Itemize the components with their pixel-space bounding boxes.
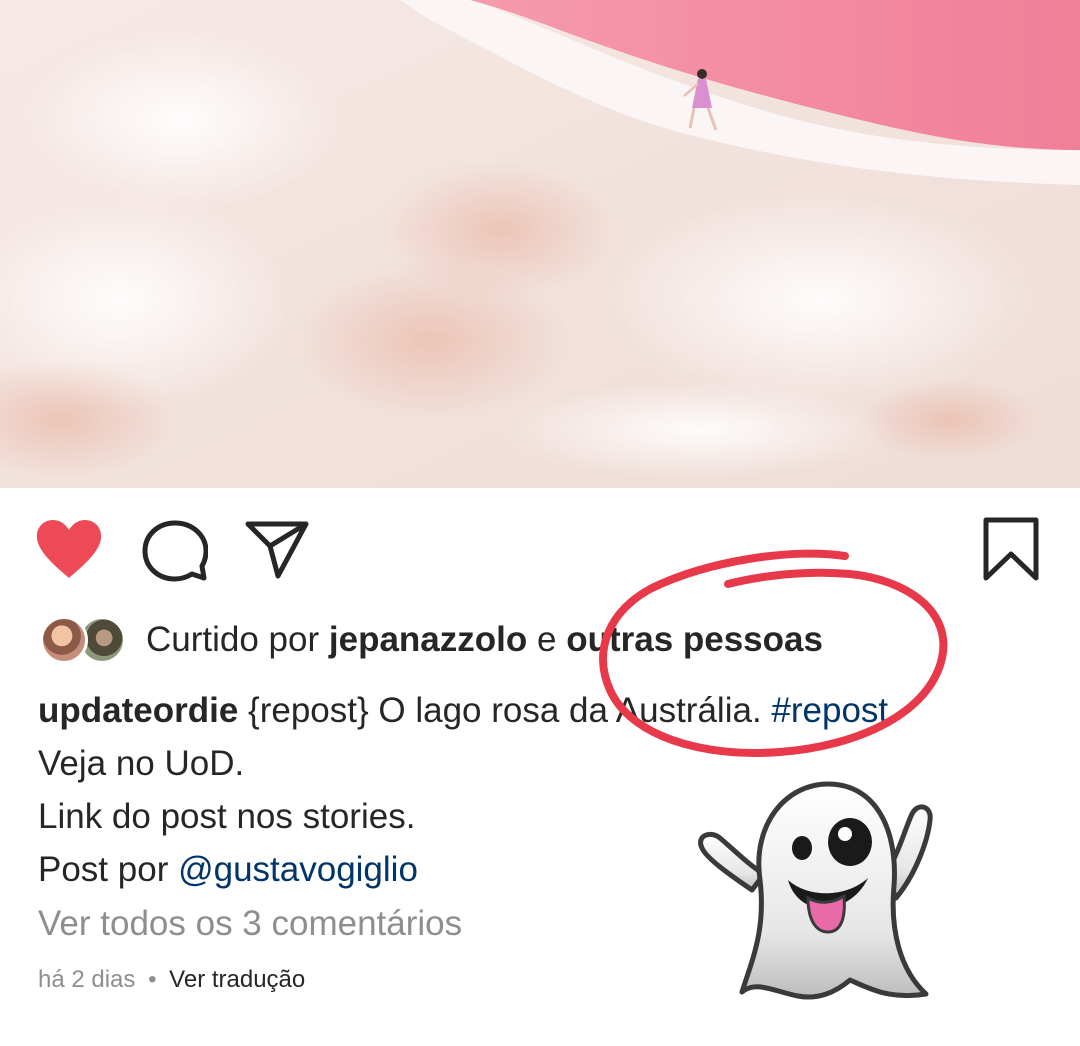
- liker-username[interactable]: jepanazzolo: [329, 620, 527, 659]
- ghost-emoji-icon: [698, 781, 933, 1000]
- see-translation-link[interactable]: Ver tradução: [169, 966, 305, 993]
- action-bar: [0, 488, 1080, 608]
- caption-text: {repost} O lago rosa da Austrália.: [238, 691, 772, 730]
- heart-filled-icon[interactable]: [34, 518, 104, 580]
- post-meta: há 2 dias • Ver tradução: [38, 966, 305, 994]
- comment-bubble-icon[interactable]: [142, 520, 208, 582]
- hashtag-link[interactable]: #repost: [771, 691, 888, 730]
- likes-prefix: Curtido por: [146, 620, 320, 659]
- instagram-post: Curtido por jepanazzolo e outras pessoas…: [0, 0, 1080, 1046]
- likes-others[interactable]: outras pessoas: [566, 620, 823, 659]
- likes-summary[interactable]: Curtido por jepanazzolo e outras pessoas: [38, 610, 823, 670]
- likes-connector: e: [536, 620, 557, 659]
- mention-link[interactable]: @gustavogiglio: [178, 850, 418, 889]
- pink-lake-photo: [0, 0, 1080, 488]
- paper-plane-icon[interactable]: [244, 518, 310, 580]
- view-all-comments-link[interactable]: Ver todos os 3 comentários: [38, 904, 462, 944]
- caption-author-prefix: Post por: [38, 850, 179, 889]
- post-timestamp: há 2 dias: [38, 966, 136, 993]
- meta-separator: •: [148, 966, 157, 993]
- caption-line: updateordie {repost} O lago rosa da Aust…: [38, 684, 1048, 737]
- liker-avatars: [38, 614, 130, 666]
- avatar: [40, 616, 88, 664]
- bookmark-icon[interactable]: [980, 516, 1042, 582]
- likes-text: Curtido por jepanazzolo e outras pessoas: [146, 620, 823, 660]
- post-photo[interactable]: [0, 0, 1080, 488]
- caption-username[interactable]: updateordie: [38, 691, 238, 730]
